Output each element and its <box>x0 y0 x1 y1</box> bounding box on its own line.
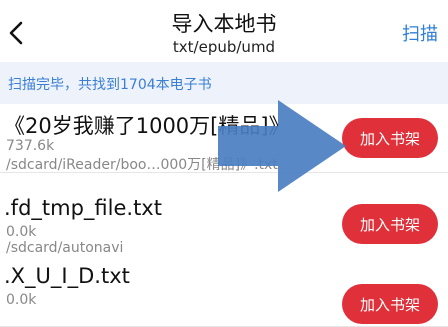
file-path: /sdcard/autonavi <box>6 240 124 256</box>
add-to-shelf-button[interactable]: 加入书架 <box>342 284 438 324</box>
file-size: 0.0k <box>6 292 37 308</box>
page-subtitle: txt/epub/umd <box>172 38 276 56</box>
file-list-item[interactable]: 《20岁我赚了1000万[精品]》 737.6k /sdcard/iReader… <box>0 104 448 173</box>
header-bar: 导入本地书 txt/epub/umd 扫描 <box>0 0 448 62</box>
file-size: 0.0k <box>6 224 37 240</box>
scan-button[interactable]: 扫描 <box>402 20 438 46</box>
add-to-shelf-button[interactable]: 加入书架 <box>342 204 438 244</box>
file-name: .X_U_I_D.txt <box>4 264 130 288</box>
file-path: /sdcard/iReader/boo…000万[精品]》.txt <box>6 157 278 173</box>
watermark: Bai经验 <box>332 252 404 276</box>
file-name: 《20岁我赚了1000万[精品]》 <box>4 114 290 138</box>
page-title: 导入本地书 <box>171 12 277 36</box>
file-size: 737.6k <box>6 138 55 154</box>
scan-status-text: 扫描完毕，共找到1704本电子书 <box>8 77 212 93</box>
scan-status-banner: 扫描完毕，共找到1704本电子书 <box>0 62 448 104</box>
add-to-shelf-button[interactable]: 加入书架 <box>342 118 438 158</box>
file-name: .fd_tmp_file.txt <box>4 196 162 220</box>
